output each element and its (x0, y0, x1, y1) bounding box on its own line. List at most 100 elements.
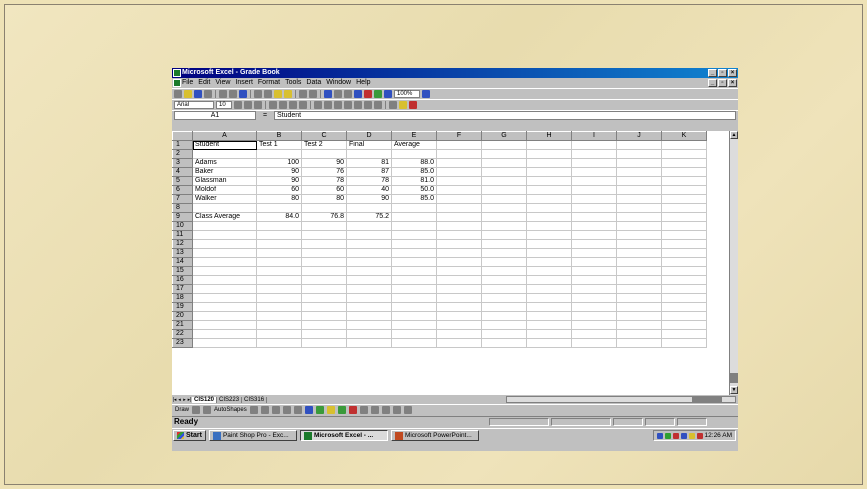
cell[interactable] (436, 257, 482, 267)
clip-art-icon[interactable] (315, 406, 324, 414)
cell[interactable] (526, 149, 572, 159)
row-header[interactable]: 23 (172, 338, 193, 348)
sort-descending-icon[interactable] (364, 90, 372, 98)
cell[interactable] (616, 239, 662, 249)
cell[interactable] (526, 329, 572, 339)
cell[interactable] (301, 257, 347, 267)
cell[interactable]: 40 (346, 185, 392, 195)
font-color-draw-icon[interactable] (348, 406, 357, 414)
spelling-icon[interactable] (239, 90, 247, 98)
print-icon[interactable] (219, 90, 227, 98)
cell[interactable] (526, 311, 572, 321)
percent-icon[interactable] (324, 101, 332, 109)
cell[interactable] (661, 221, 707, 231)
cell[interactable] (481, 266, 527, 276)
decrease-indent-icon[interactable] (364, 101, 372, 109)
row-header[interactable]: 13 (172, 248, 193, 258)
cell[interactable] (481, 293, 527, 303)
cell[interactable] (301, 230, 347, 240)
cell[interactable] (391, 257, 437, 267)
cell[interactable] (661, 266, 707, 276)
print-preview-icon[interactable] (229, 90, 237, 98)
sort-ascending-icon[interactable] (354, 90, 362, 98)
cell[interactable] (301, 149, 347, 159)
cell[interactable] (346, 230, 392, 240)
font-size-select[interactable]: 10 (216, 101, 232, 109)
cell[interactable] (571, 176, 617, 186)
cell[interactable] (526, 257, 572, 267)
cell[interactable]: 60 (256, 185, 302, 195)
row-header[interactable]: 1 (172, 140, 193, 150)
taskbar-paint-shop-pro[interactable]: Paint Shop Pro - Exc... (208, 430, 297, 441)
cell[interactable] (301, 329, 347, 339)
cell[interactable] (436, 158, 482, 168)
align-right-icon[interactable] (289, 101, 297, 109)
cell[interactable] (661, 140, 707, 150)
cell[interactable] (526, 212, 572, 222)
cell[interactable] (256, 239, 302, 249)
cell[interactable] (391, 203, 437, 213)
cell[interactable] (571, 284, 617, 294)
chart-wizard-icon[interactable] (374, 90, 382, 98)
column-header-g[interactable]: G (481, 131, 527, 141)
dash-style-icon[interactable] (370, 406, 379, 414)
cell[interactable] (481, 212, 527, 222)
cell[interactable] (481, 275, 527, 285)
cell[interactable] (526, 185, 572, 195)
wordart-icon[interactable] (304, 406, 313, 414)
cell[interactable] (481, 257, 527, 267)
taskbar-powerpoint[interactable]: Microsoft PowerPoint... (390, 430, 479, 441)
row-header[interactable]: 14 (172, 257, 193, 267)
cell[interactable] (526, 266, 572, 276)
row-header[interactable]: 3 (172, 158, 193, 168)
scroll-up-icon[interactable]: ▲ (730, 131, 738, 139)
paste-icon[interactable] (274, 90, 282, 98)
cell[interactable]: 87 (346, 167, 392, 177)
cell[interactable] (571, 329, 617, 339)
arrow-style-icon[interactable] (381, 406, 390, 414)
tray-app-icon[interactable] (672, 432, 679, 439)
cell[interactable] (192, 248, 257, 258)
select-all-corner[interactable] (172, 131, 193, 141)
clock[interactable]: 12:26 AM (705, 432, 732, 439)
cell[interactable] (436, 338, 482, 348)
cell[interactable] (616, 266, 662, 276)
scroll-down-icon[interactable]: ▼ (730, 386, 738, 394)
cell[interactable] (346, 257, 392, 267)
cell[interactable] (616, 248, 662, 258)
cell[interactable] (571, 320, 617, 330)
cell[interactable]: 76.8 (301, 212, 347, 222)
sheet-tab-cis316[interactable]: CIS316 (242, 396, 268, 403)
cell[interactable] (301, 221, 347, 231)
cell[interactable]: Test 2 (301, 140, 347, 150)
sheet-tab-cis223[interactable]: CIS223 (217, 396, 243, 403)
cell[interactable]: 100 (256, 158, 302, 168)
fill-color-draw-icon[interactable] (326, 406, 335, 414)
cell[interactable] (571, 230, 617, 240)
cell[interactable] (571, 221, 617, 231)
cell[interactable] (526, 293, 572, 303)
cell[interactable] (661, 329, 707, 339)
row-header[interactable]: 11 (172, 230, 193, 240)
sheet-tab-cis120[interactable]: CIS120 (192, 396, 218, 403)
doc-restore-button[interactable]: ▫ (718, 79, 727, 87)
cell[interactable] (346, 311, 392, 321)
column-header-d[interactable]: D (346, 131, 392, 141)
cell[interactable] (571, 158, 617, 168)
cell[interactable] (526, 239, 572, 249)
column-header-h[interactable]: H (526, 131, 572, 141)
cell[interactable] (526, 338, 572, 348)
cell[interactable] (661, 149, 707, 159)
shadow-icon[interactable] (392, 406, 401, 414)
hyperlink-icon[interactable] (324, 90, 332, 98)
row-header[interactable]: 5 (172, 176, 193, 186)
cell[interactable] (616, 176, 662, 186)
cell[interactable] (526, 176, 572, 186)
cell[interactable] (571, 185, 617, 195)
cell[interactable] (192, 257, 257, 267)
cell[interactable] (301, 266, 347, 276)
cell[interactable] (436, 329, 482, 339)
cell[interactable]: 75.2 (346, 212, 392, 222)
cell[interactable] (571, 203, 617, 213)
cell[interactable] (481, 185, 527, 195)
